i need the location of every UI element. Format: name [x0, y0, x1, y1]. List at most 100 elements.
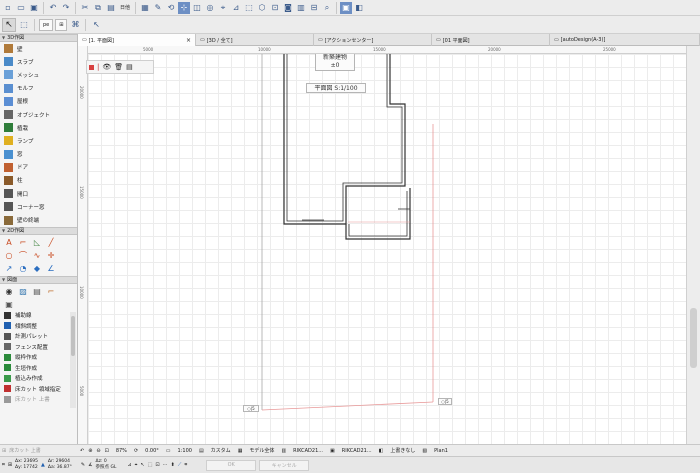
pointer-icon[interactable]: ↖: [90, 19, 102, 31]
layer-combo[interactable]: カスタム: [208, 447, 234, 454]
save-icon[interactable]: ▣: [28, 2, 40, 14]
reference-plane[interactable]: 参照点 GL: [96, 465, 117, 471]
gravity-icon[interactable]: ⬍: [171, 462, 175, 468]
split-view-icon[interactable]: ◧: [353, 2, 365, 14]
angle-icon[interactable]: ∡: [88, 462, 92, 468]
magnet-icon[interactable]: ⌖: [217, 2, 229, 14]
tool-item[interactable]: モルフ: [0, 82, 77, 95]
group-2d-header[interactable]: ▼ 2D作図: [0, 226, 77, 235]
zoom-out-icon[interactable]: ⊖: [96, 448, 100, 454]
tool-item[interactable]: 壁の終端: [0, 213, 77, 226]
cube-icon[interactable]: ⬡: [256, 2, 268, 14]
tool-item[interactable]: ランプ: [0, 134, 77, 147]
pen-icon[interactable]: ✎: [152, 2, 164, 14]
tool-item[interactable]: オブジェクト: [0, 108, 77, 121]
view-tab[interactable]: ▭ [autoDesign(A-3)]: [550, 34, 700, 46]
section-icon[interactable]: ⊡: [269, 2, 281, 14]
tool-item[interactable]: スラブ: [0, 55, 77, 68]
tool-item[interactable]: コーナー窓: [0, 200, 77, 213]
snap-icon[interactable]: ⌗: [2, 462, 5, 468]
custom-tool-item[interactable]: 生垣作成: [0, 363, 70, 374]
redo-icon[interactable]: ↷: [60, 2, 72, 14]
trace-icon[interactable]: ⋯: [163, 462, 168, 468]
scroll-thumb[interactable]: [71, 316, 75, 356]
grid-snap-icon[interactable]: ⊹: [178, 1, 191, 14]
tool-item[interactable]: 植栽: [0, 121, 77, 134]
group-drawing-header[interactable]: ▼ 図面: [0, 275, 77, 284]
canvas-scrollbar[interactable]: [686, 46, 700, 444]
change-tool-icon[interactable]: ⌐: [44, 285, 58, 298]
group-3d-header[interactable]: ▼ 3D作図: [0, 34, 77, 42]
grid-icon[interactable]: ⊞: [8, 462, 12, 468]
layers-icon[interactable]: ▤: [126, 63, 133, 71]
edit-plane-icon[interactable]: ⬚: [148, 462, 153, 468]
search-icon[interactable]: ⌕: [321, 2, 333, 14]
copy-icon[interactable]: ⧉: [92, 2, 104, 14]
tool-item[interactable]: 屋根: [0, 95, 77, 108]
scroll-thumb[interactable]: [690, 308, 697, 368]
zoom-level[interactable]: 87%: [113, 448, 130, 454]
floor-plan-canvas[interactable]: 新築建物 ±0 平面図 S:1/100 ○|5 ○|5: [88, 54, 686, 444]
view-icon[interactable]: ◫: [191, 2, 203, 14]
cursor-icon[interactable]: ↖: [140, 462, 144, 468]
custom-tool-item[interactable]: 補助線: [0, 310, 70, 321]
custom-tool-item[interactable]: 縦枠作成: [0, 352, 70, 363]
rotate-view-icon[interactable]: ⟳: [134, 448, 138, 454]
window-layout-icon[interactable]: ▣: [340, 1, 353, 14]
radial-dim-icon[interactable]: ◔: [16, 262, 30, 275]
tool-item[interactable]: 柱: [0, 174, 77, 187]
circle-tool-icon[interactable]: ○: [2, 249, 16, 262]
renovation-filter[interactable]: Plan1: [431, 448, 451, 454]
arrow-select-icon[interactable]: ↖: [2, 17, 16, 32]
view-angle[interactable]: 0.00°: [142, 448, 162, 454]
cancel-button[interactable]: キャンセル: [259, 459, 310, 471]
custom-tool-item[interactable]: フェンス配置: [0, 342, 70, 353]
layer-dropdown[interactable]: ⊞: [55, 18, 68, 31]
spline-tool-icon[interactable]: ∿: [30, 249, 44, 262]
pencil-icon[interactable]: ✎: [81, 462, 85, 468]
custom-tool-item[interactable]: 床カット 上書: [0, 394, 70, 405]
tool-item[interactable]: ドア: [0, 161, 77, 174]
rotate-icon[interactable]: ⟲: [165, 2, 177, 14]
layer-icon[interactable]: ▦: [139, 2, 151, 14]
eye-icon[interactable]: 👁: [102, 63, 111, 71]
undo-icon[interactable]: ↶: [47, 2, 59, 14]
zoom-in-icon[interactable]: ⊕: [88, 448, 92, 454]
building-label[interactable]: 新築建物 ±0: [315, 54, 355, 71]
marker-right[interactable]: ○|5: [438, 398, 452, 405]
text-style-label[interactable]: 日他: [118, 4, 132, 11]
elevation-icon[interactable]: ⊟: [308, 2, 320, 14]
snap-point-icon[interactable]: ⌗: [184, 462, 187, 468]
override-set[interactable]: 上書きなし: [387, 447, 418, 454]
palette-scrollbar[interactable]: [70, 312, 76, 408]
view-tab[interactable]: ▭ [アクションセンター]: [314, 34, 432, 46]
worksheet-tool-icon[interactable]: ▣: [2, 298, 16, 311]
fill-tool-icon[interactable]: ◺: [30, 236, 44, 249]
scale-dropdown[interactable]: 1:100: [175, 448, 195, 454]
coord-y[interactable]: Δy: 17742: [15, 465, 38, 471]
measure-tool-icon[interactable]: ⊿: [230, 2, 242, 14]
snap-guide-icon[interactable]: ⌖: [135, 462, 138, 468]
marquee-icon[interactable]: ⬚: [18, 19, 30, 31]
cut-icon[interactable]: ✂: [79, 2, 91, 14]
view-tab[interactable]: ▭ [3D / 全て]: [196, 34, 314, 46]
tool-item[interactable]: メッシュ: [0, 68, 77, 81]
angle-dim-icon[interactable]: ∠: [44, 262, 58, 275]
graph-icon[interactable]: ⟋: [178, 462, 182, 468]
trash-icon[interactable]: 🗑: [114, 63, 123, 71]
fit-icon[interactable]: ⊡: [105, 448, 109, 454]
polyline-tool-icon[interactable]: ⌒: [16, 249, 30, 262]
text-tool-icon[interactable]: A: [2, 236, 16, 249]
model-view[interactable]: モデル全体: [246, 447, 277, 454]
figure-tool-icon[interactable]: ▨: [16, 285, 30, 298]
paste-icon[interactable]: ▤: [105, 2, 117, 14]
drawing-tool-icon[interactable]: ▤: [30, 285, 44, 298]
camera-icon[interactable]: ◙: [282, 2, 294, 14]
hotspot-tool-icon[interactable]: ✛: [44, 249, 58, 262]
open-icon[interactable]: ▭: [15, 2, 27, 14]
ok-button[interactable]: OK: [206, 459, 257, 471]
new-file-icon[interactable]: ▫: [2, 2, 14, 14]
undo-view-icon[interactable]: ↶: [80, 448, 84, 454]
zoom-box-icon[interactable]: ⊡: [155, 462, 159, 468]
close-red-icon[interactable]: [89, 64, 94, 70]
